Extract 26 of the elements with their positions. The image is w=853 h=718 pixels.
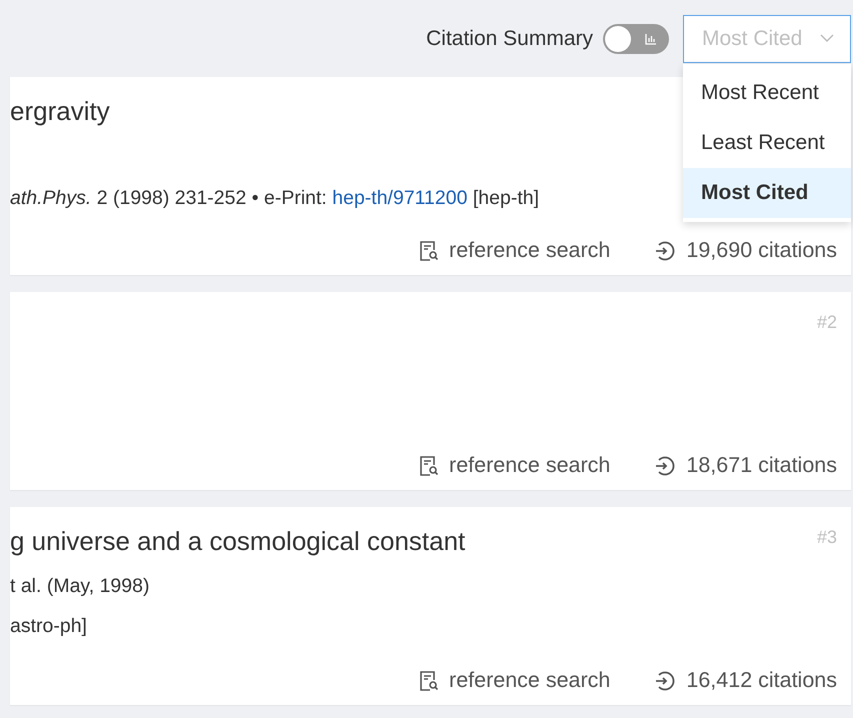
result-authors: t al. (May, 1998) [10, 574, 150, 598]
sort-option[interactable]: Most Recent [683, 68, 851, 118]
citations-link[interactable]: 16,412 citations [654, 668, 837, 693]
result-rank: #3 [816, 527, 837, 548]
document-search-icon [419, 670, 440, 692]
citations-link[interactable]: 18,671 citations [654, 453, 837, 478]
reference-search-link[interactable]: reference search [419, 668, 610, 693]
document-search-icon [419, 240, 440, 262]
sort-option[interactable]: Least Recent [683, 118, 851, 168]
document-search-icon [419, 454, 440, 476]
citations-link[interactable]: 19,690 citations [654, 238, 837, 263]
chevron-down-icon [820, 34, 834, 43]
sort-option[interactable]: Most Cited [683, 168, 851, 218]
result-rank: #2 [816, 312, 837, 333]
result-title[interactable]: g universe and a cosmological constant [10, 524, 466, 558]
login-arrow-icon [654, 240, 676, 262]
reference-search-link[interactable]: reference search [419, 453, 610, 478]
login-arrow-icon [654, 670, 676, 692]
bar-chart-icon [645, 32, 657, 44]
eprint-link[interactable]: hep-th/9711200 [332, 187, 468, 209]
publication-info: astro-ph] [10, 614, 88, 638]
citation-summary-toggle[interactable] [603, 24, 669, 54]
citation-summary-label: Citation Summary [426, 26, 593, 50]
reference-search-link[interactable]: reference search [419, 238, 610, 263]
result-title[interactable]: ergravity [10, 94, 110, 128]
login-arrow-icon [654, 454, 676, 476]
